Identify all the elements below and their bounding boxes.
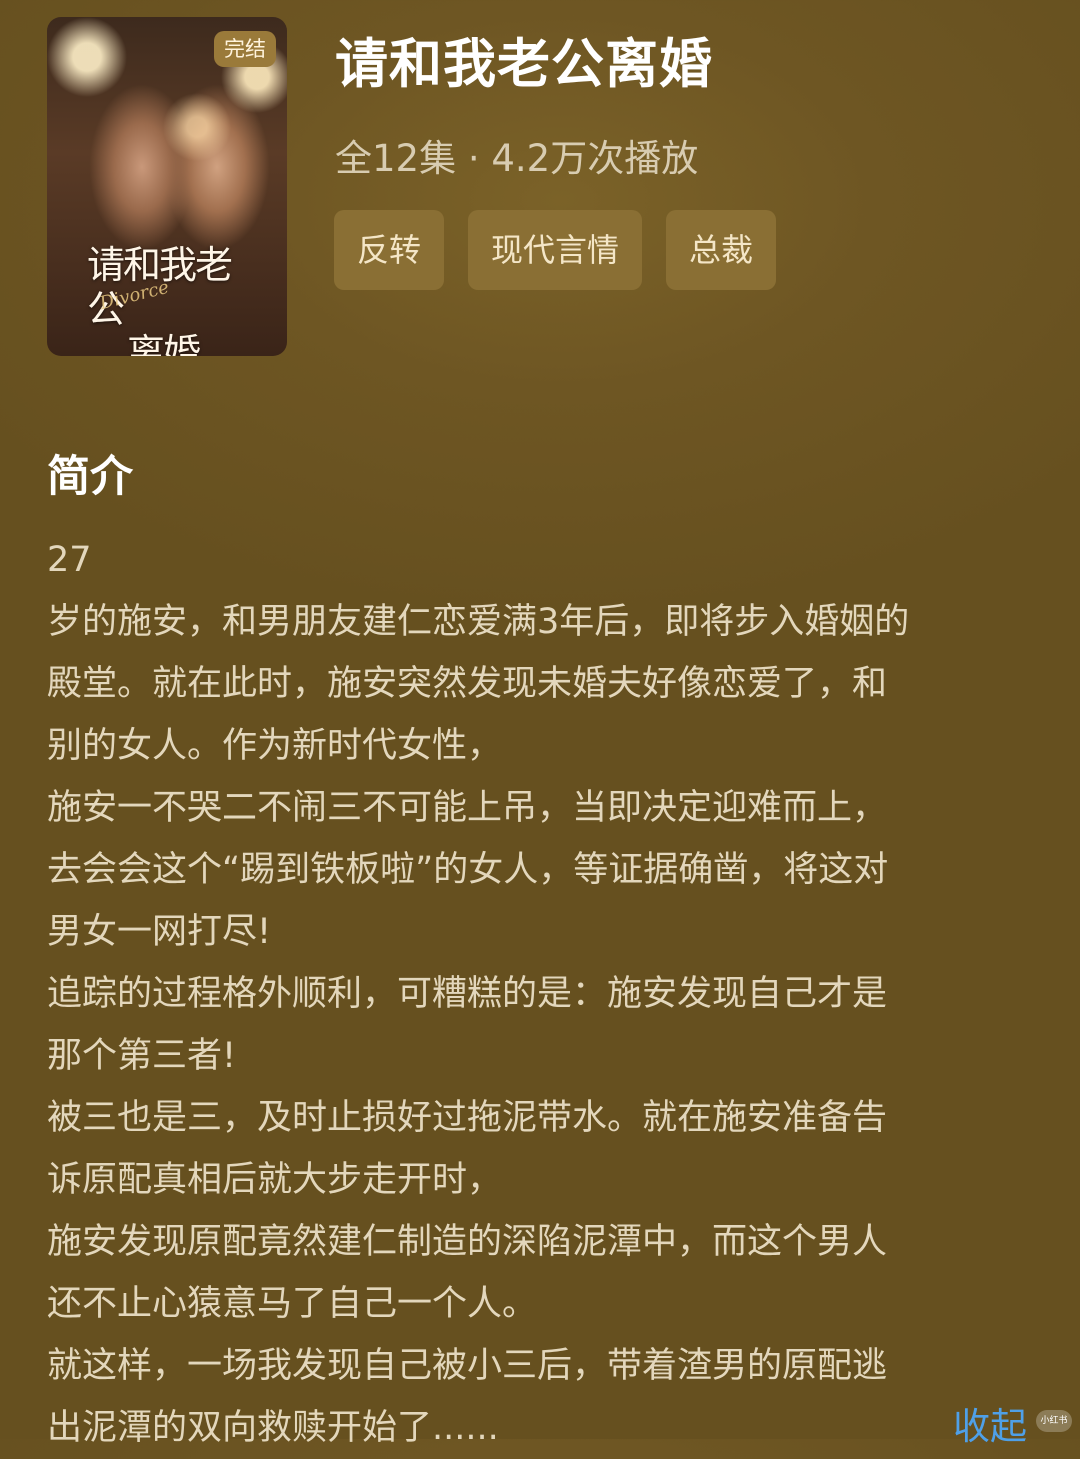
tag-ceo[interactable]: 总裁 xyxy=(666,210,777,290)
synopsis-line: 岁的施安，和男朋友建仁恋爱满3年后，即将步入婚姻的 xyxy=(47,602,910,642)
synopsis-line: 殿堂。就在此时，施安突然发现未婚夫好像恋爱了，和 xyxy=(47,664,888,704)
synopsis-line: 就这样，一场我发现自己被小三后，带着渣男的原配逃 xyxy=(47,1346,888,1386)
drama-cover-image[interactable]: 请和我老公 离婚 Divorce 完结 xyxy=(47,17,287,356)
collapse-button[interactable]: 收起 xyxy=(953,1396,1027,1450)
synopsis-line: 男女一网打尽! xyxy=(47,912,272,952)
completed-badge: 完结 xyxy=(214,31,276,67)
episode-play-count: 全12集 · 4.2万次播放 xyxy=(335,137,699,180)
cover-art-title-line-2: 离婚 xyxy=(127,331,201,356)
synopsis-heading: 简介 xyxy=(47,452,133,502)
drama-title: 请和我老公离婚 xyxy=(335,34,713,95)
synopsis-line: 出泥潭的双向救赎开始了...... xyxy=(47,1408,499,1448)
synopsis-line: 别的女人。作为新时代女性， xyxy=(47,726,503,766)
synopsis-line: 还不止心猿意马了自己一个人。 xyxy=(47,1284,538,1324)
synopsis-text: 27 岁的施安，和男朋友建仁恋爱满3年后，即将步入婚姻的 殿堂。就在此时，施安突… xyxy=(47,529,1037,1459)
synopsis-line: 施安发现原配竟然建仁制造的深陷泥潭中，而这个男人 xyxy=(47,1222,888,1262)
synopsis-line: 27 xyxy=(47,540,92,580)
cover-art-title-line-1: 请和我老公 xyxy=(87,243,233,331)
synopsis-line: 去会会这个“踢到铁板啦”的女人，等证据确凿，将这对 xyxy=(47,850,889,890)
tag-modern-romance[interactable]: 现代言情 xyxy=(468,210,643,290)
synopsis-line: 施安一不哭二不闹三不可能上吊，当即决定迎难而上， xyxy=(47,788,888,828)
synopsis-line: 追踪的过程格外顺利，可糟糕的是：施安发现自己才是 xyxy=(47,974,888,1014)
synopsis-line: 那个第三者! xyxy=(47,1036,237,1076)
tag-reversal[interactable]: 反转 xyxy=(334,210,445,290)
synopsis-line: 被三也是三，及时止损好过拖泥带水。就在施安准备告 xyxy=(47,1098,888,1138)
tag-list: 反转 现代言情 总裁 xyxy=(334,210,777,290)
synopsis-line: 诉原配真相后就大步走开时， xyxy=(47,1160,503,1200)
watermark-logo: 小红书 xyxy=(1036,1410,1072,1432)
